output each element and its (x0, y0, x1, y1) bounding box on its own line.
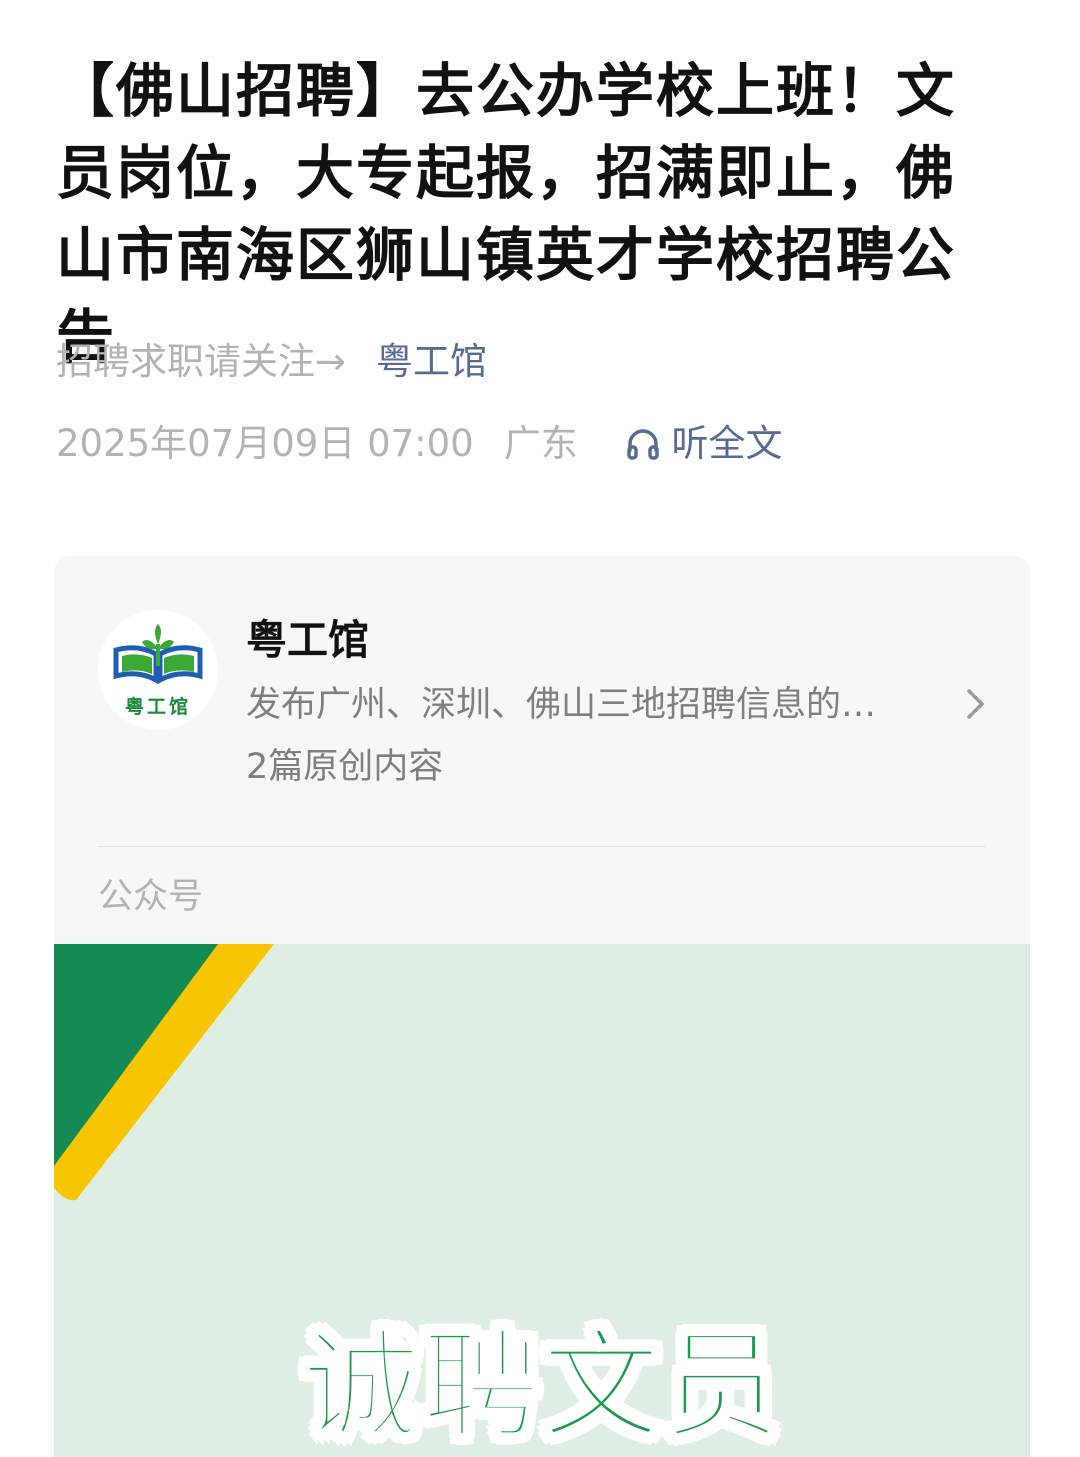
account-avatar: 粤工馆 (98, 610, 218, 730)
article-page: 【佛山招聘】去公办学校上班！文员岗位，大专起报，招满即止，佛山市南海区狮山镇英才… (0, 0, 1080, 1457)
listen-label: 听全文 (671, 422, 783, 465)
original-count: 2篇原创内容 (246, 747, 444, 787)
listen-button[interactable]: 听全文 (625, 418, 782, 470)
article-meta: 2025年07月09日 07:00 广东 听全文 (56, 418, 782, 470)
article-title: 【佛山招聘】去公办学校上班！文员岗位，大专起报，招满即止，佛山市南海区狮山镇英才… (56, 57, 957, 371)
follow-prompt: 招聘求职请关注→ (56, 340, 347, 383)
card-footer-label: 公众号 (98, 877, 204, 917)
account-description: 发布广州、深圳、佛山三地招聘信息的… (246, 685, 877, 725)
account-name: 粤工馆 (246, 616, 369, 664)
follow-line: 招聘求职请关注→ 粤工馆 (56, 336, 487, 388)
banner-headline: 诚聘文员 (300, 1316, 782, 1457)
follow-account-link[interactable]: 粤工馆 (376, 340, 487, 383)
headphones-icon (627, 429, 660, 460)
avatar-label: 粤工馆 (124, 696, 191, 718)
publish-region: 广东 (503, 422, 578, 465)
chevron-right-icon[interactable] (960, 684, 990, 724)
recruitment-banner-image: 诚聘文员 (54, 944, 1030, 1457)
account-card[interactable]: 粤工馆 粤工馆 发布广州、深圳、佛山三地招聘信息的… 2篇原创内容 公众号 (54, 556, 1030, 944)
publish-datetime: 2025年07月09日 07:00 (56, 422, 474, 465)
card-divider (98, 846, 986, 847)
